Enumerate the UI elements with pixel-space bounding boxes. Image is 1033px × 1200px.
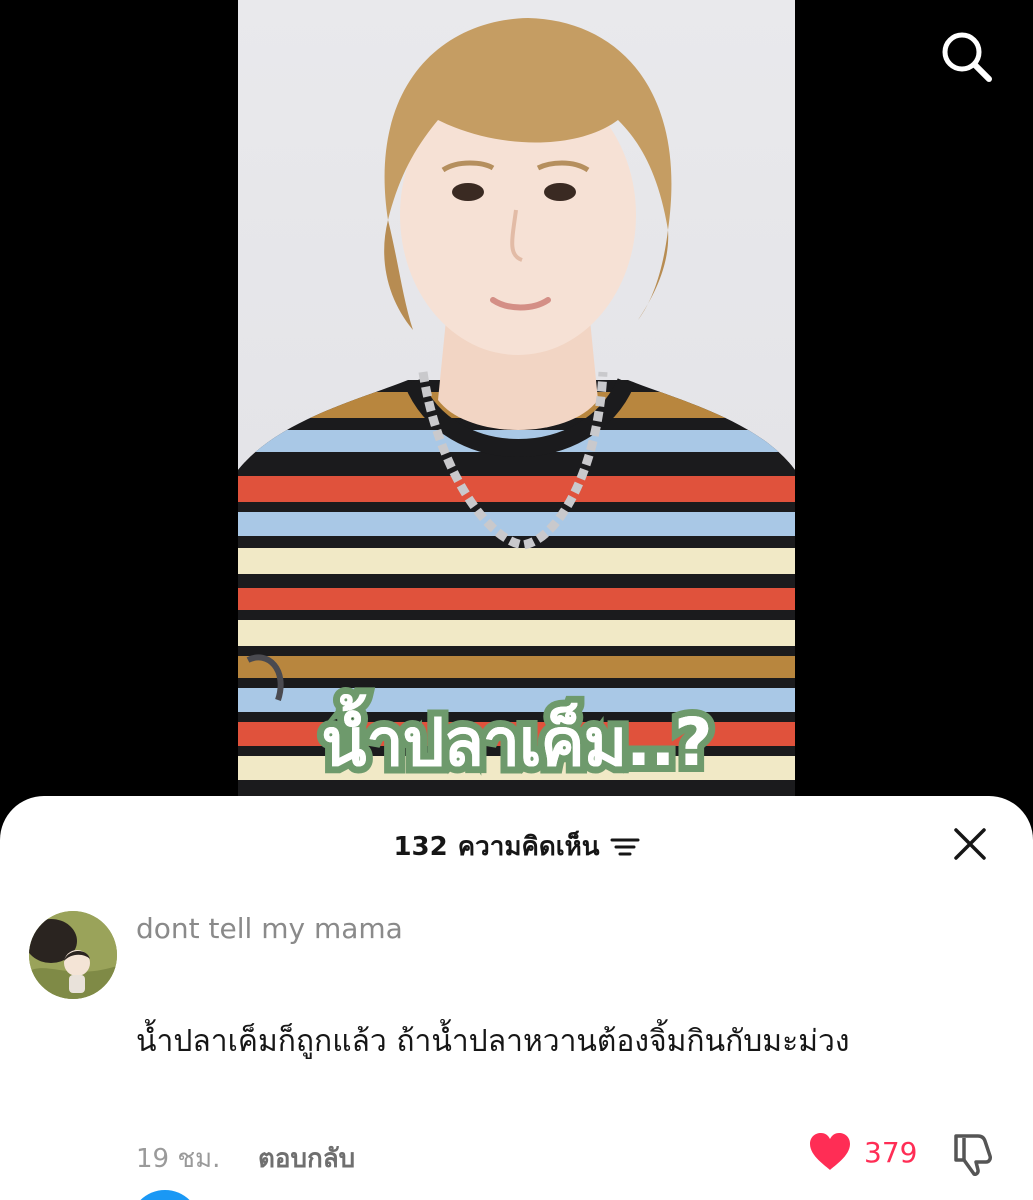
comments-sheet: 132 ความคิดเห็น dont tell my mama น้ำปลา… [0, 796, 1033, 1200]
video-caption: น้ำปลาเค็ม..? [321, 704, 712, 781]
search-icon [942, 32, 992, 82]
comments-header: 132 ความคิดเห็น [0, 826, 1033, 866]
close-icon [954, 828, 986, 860]
close-button[interactable] [952, 826, 988, 862]
avatar-image [29, 911, 117, 999]
reply-button[interactable]: ตอบกลับ [258, 1138, 355, 1179]
comment-username[interactable]: dont tell my mama [136, 912, 403, 945]
dislike-button[interactable] [950, 1130, 996, 1176]
video-player[interactable]: น้ำปลาเค็ม..? น้ำปลาเค็ม..? [238, 0, 795, 800]
comment-time: 19 ชม. [136, 1144, 221, 1174]
heart-icon [810, 1133, 850, 1170]
thumbs-down-icon [954, 1134, 992, 1176]
comments-count-sort[interactable]: 132 ความคิดเห็น [393, 826, 640, 867]
screen: น้ำปลาเค็ม..? น้ำปลาเค็ม..? 132 ความคิดเ… [0, 0, 1033, 1200]
comments-title: ความคิดเห็น [457, 832, 600, 862]
comment-text: น้ำปลาเค็มก็ถูกแล้ว ถ้าน้ำปลาหวานต้องจิ้… [136, 1024, 850, 1059]
next-comment-avatar[interactable] [130, 1190, 200, 1200]
avatar[interactable] [29, 911, 117, 999]
comments-count: 132 [393, 831, 448, 862]
video-frame-illustration [238, 18, 795, 800]
sort-icon[interactable] [610, 836, 640, 858]
like-button[interactable]: 379 [808, 1132, 917, 1172]
like-count: 379 [864, 1135, 918, 1169]
search-button[interactable] [936, 28, 996, 88]
